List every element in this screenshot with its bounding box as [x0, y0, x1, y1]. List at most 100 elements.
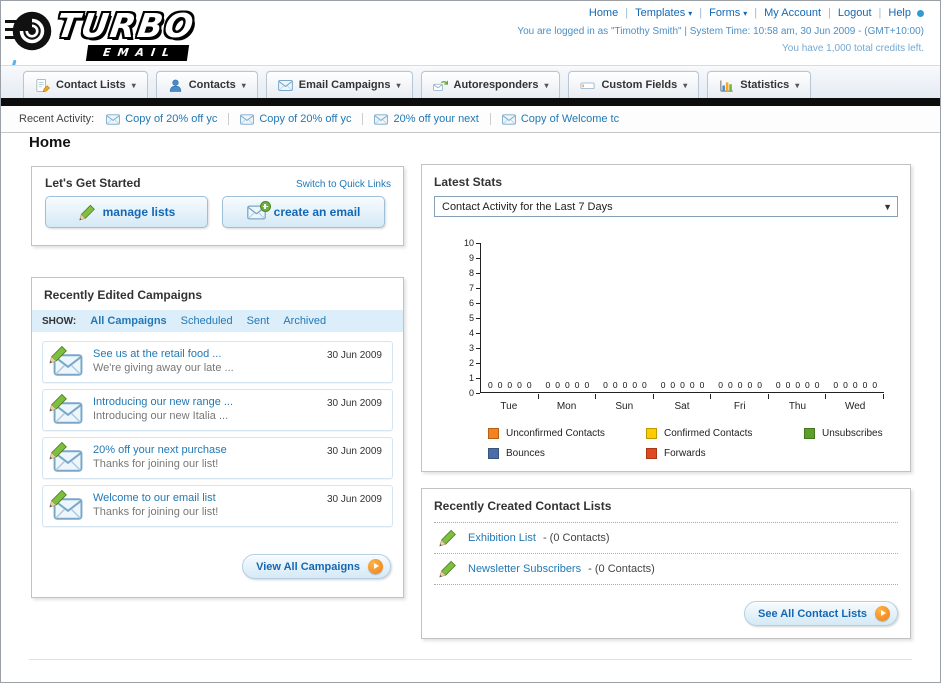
contact-list-row: Newsletter Subscribers - (0 Contacts)	[434, 554, 898, 585]
chart-y-tick-label: 4	[462, 328, 480, 338]
chart-y-axis: 10 9 8 7 6 5 4 3 2 1 0	[456, 238, 480, 398]
chart-x-tick-label: Sun	[615, 401, 634, 412]
envelope-pencil-icon	[51, 446, 85, 473]
filter-sent[interactable]: Sent	[247, 315, 270, 327]
campaign-date: 30 Jun 2009	[326, 494, 382, 505]
arrow-right-icon	[875, 606, 890, 621]
envelope-pencil-icon	[51, 350, 85, 377]
envelope-icon	[502, 114, 516, 125]
recent-activity-item-label: 20% off your next	[393, 113, 479, 125]
pencil-icon	[78, 204, 95, 221]
logo-swirl-icon	[11, 10, 53, 52]
manage-lists-label: manage lists	[102, 205, 176, 219]
campaign-subtitle: We're giving away our late ...	[93, 362, 234, 374]
select-dropdown-icon	[883, 202, 892, 212]
header: TURBO EMAIL Home Templates Forms My Account…	[0, 1, 940, 107]
app-logo: TURBO EMAIL	[5, 4, 279, 62]
campaigns-panel: Recently Edited Campaigns SHOW: All Camp…	[31, 277, 404, 598]
tab-email-campaigns[interactable]: Email Campaigns	[265, 71, 413, 98]
campaign-date: 30 Jun 2009	[326, 398, 382, 409]
logo-text: TURBO	[54, 6, 198, 45]
recent-activity-item[interactable]: 20% off your next	[362, 113, 489, 125]
legend-swatch	[488, 448, 499, 459]
recent-activity-item-label: Copy of 20% off yc	[259, 113, 352, 125]
chart-value-labels: 00000	[718, 380, 762, 390]
legend-item: Bounces	[488, 448, 646, 459]
filter-scheduled[interactable]: Scheduled	[181, 315, 233, 327]
login-info: You are logged in as "Timothy Smith" | S…	[517, 26, 924, 37]
stats-period-value: Contact Activity for the Last 7 Days	[442, 200, 613, 213]
envelope-icon	[106, 114, 120, 125]
stats-period-select[interactable]: Contact Activity for the Last 7 Days	[434, 196, 898, 217]
top-link-my-account[interactable]: My Account	[747, 7, 821, 19]
tab-contacts[interactable]: Contacts	[155, 71, 258, 98]
campaign-title-link[interactable]: 20% off your next purchase	[93, 444, 308, 456]
contacts-icon	[168, 78, 183, 93]
chart-y-tick-label: 0	[462, 388, 480, 398]
chart-y-tick-label: 5	[462, 313, 480, 323]
chart-y-tick-label: 1	[462, 373, 480, 383]
legend-item: Unsubscribes	[804, 428, 941, 439]
legend-swatch	[488, 428, 499, 439]
envelope-pencil-icon	[51, 494, 85, 521]
see-all-contact-lists-label: See All Contact Lists	[757, 607, 867, 620]
create-email-label: create an email	[273, 205, 361, 219]
tab-statistics[interactable]: Statistics	[707, 71, 812, 98]
switch-quick-links-link[interactable]: Switch to Quick Links	[296, 179, 391, 190]
custom-fields-icon	[580, 78, 595, 93]
campaign-row: Introducing our new range ... Introducin…	[42, 389, 393, 431]
latest-stats-title: Latest Stats	[434, 175, 503, 189]
recent-activity-label: Recent Activity:	[19, 113, 95, 125]
see-all-contact-lists-button[interactable]: See All Contact Lists	[743, 601, 898, 626]
contact-list-link[interactable]: Newsletter Subscribers	[468, 563, 581, 575]
contact-lists-panel: Recently Created Contact Lists Exhibitio…	[421, 488, 911, 639]
manage-lists-button[interactable]: manage lists	[45, 196, 208, 228]
contact-activity-chart: 10 9 8 7 6 5 4 3 2 1 0 000000000000000000000000000…	[456, 238, 910, 399]
legend-label: Forwards	[664, 448, 706, 459]
recent-activity-item[interactable]: Copy of 20% off yc	[228, 113, 362, 125]
contact-list-row: Exhibition List - (0 Contacts)	[434, 523, 898, 554]
top-link-logout[interactable]: Logout	[821, 7, 872, 19]
top-link-home[interactable]: Home	[589, 7, 618, 19]
filter-all-campaigns[interactable]: All Campaigns	[90, 315, 166, 327]
campaigns-filter-bar: SHOW: All Campaigns Scheduled Sent Archi…	[32, 310, 403, 332]
tab-custom-fields[interactable]: Custom Fields	[568, 71, 700, 98]
contact-list-link[interactable]: Exhibition List	[468, 532, 536, 544]
top-link-forms[interactable]: Forms	[692, 7, 747, 19]
chevron-down-icon	[683, 81, 687, 90]
view-all-campaigns-label: View All Campaigns	[256, 560, 360, 573]
tab-autoresponders[interactable]: Autoresponders	[420, 71, 561, 98]
campaigns-title: Recently Edited Campaigns	[44, 288, 203, 302]
legend-swatch	[646, 448, 657, 459]
chart-x-tick-label: Sat	[674, 401, 690, 412]
chart-x-labels: Tue Mon Sun Sat Fri Thu Wed	[480, 401, 884, 412]
recent-activity-item[interactable]: Copy of Welcome tc	[489, 113, 630, 125]
campaign-title-link[interactable]: Introducing our new range ...	[93, 396, 308, 408]
campaign-title-link[interactable]: Welcome to our email list	[93, 492, 308, 504]
create-email-button[interactable]: create an email	[222, 196, 385, 228]
filter-archived[interactable]: Archived	[283, 315, 326, 327]
view-all-campaigns-button[interactable]: View All Campaigns	[242, 554, 391, 579]
top-nav-links: Home Templates Forms My AccountLogoutHelp	[517, 6, 924, 21]
footer-divider	[29, 659, 912, 660]
envelope-icon	[240, 114, 254, 125]
pencil-icon	[438, 560, 456, 578]
chevron-down-icon	[396, 81, 400, 90]
top-link-help[interactable]: Help	[872, 7, 911, 19]
chart-value-labels: 00000	[833, 380, 878, 390]
legend-label: Confirmed Contacts	[664, 428, 753, 439]
legend-swatch	[804, 428, 815, 439]
legend-label: Unsubscribes	[822, 428, 883, 439]
recent-activity-item-label: Copy of 20% off yc	[125, 113, 218, 125]
chart-y-tick-label: 6	[462, 298, 480, 308]
chart-x-tick-label: Wed	[844, 401, 866, 412]
campaign-title-link[interactable]: See us at the retail food ...	[93, 348, 308, 360]
campaign-subtitle: Thanks for joining our list!	[93, 506, 219, 518]
legend-label: Bounces	[506, 448, 545, 459]
chart-bar-group: 00000	[481, 243, 539, 399]
tab-contact-lists[interactable]: Contact Lists	[23, 71, 148, 98]
chevron-down-icon	[795, 81, 799, 90]
recent-activity-item[interactable]: Copy of 20% off yc	[106, 113, 228, 125]
chart-bar-group: 00000	[654, 243, 712, 399]
top-link-templates[interactable]: Templates	[618, 7, 692, 19]
